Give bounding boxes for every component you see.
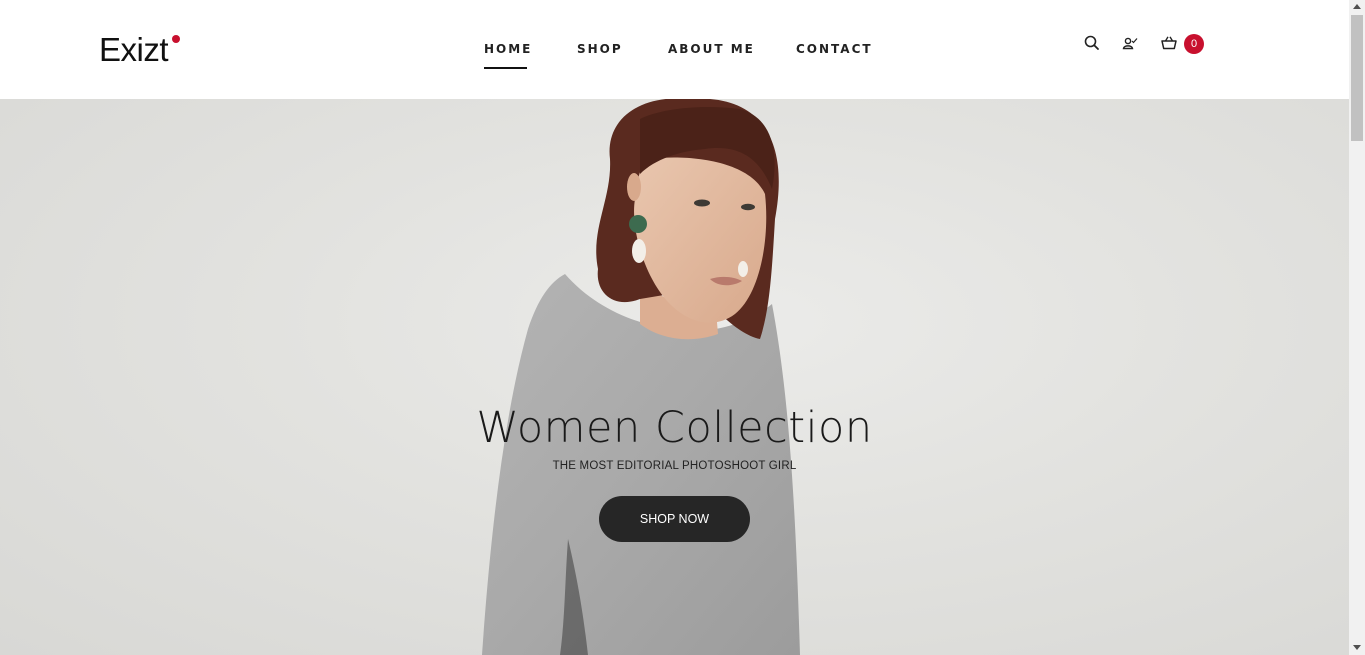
nav-active-indicator bbox=[484, 67, 527, 69]
nav-item-about-me[interactable]: ABOUT ME bbox=[668, 40, 755, 58]
logo[interactable]: Exizt bbox=[99, 30, 169, 70]
basket-icon[interactable] bbox=[1160, 34, 1178, 52]
cart-count-badge[interactable]: 0 bbox=[1184, 34, 1204, 54]
site-header: Exizt HOME SHOP ABOUT ME CONTACT 0 bbox=[0, 0, 1349, 99]
scroll-up-icon[interactable] bbox=[1353, 4, 1361, 9]
nav-item-contact[interactable]: CONTACT bbox=[796, 40, 873, 58]
shop-now-button[interactable]: SHOP NOW bbox=[599, 496, 750, 542]
search-icon[interactable] bbox=[1083, 34, 1101, 52]
page-scrollbar[interactable] bbox=[1349, 0, 1365, 655]
nav-item-shop[interactable]: SHOP bbox=[577, 40, 623, 58]
nav-item-home[interactable]: HOME bbox=[484, 40, 532, 58]
hero-subtitle: THE MOST EDITORIAL PHOTOSHOOT GIRL bbox=[552, 460, 797, 472]
hero-banner: Women Collection THE MOST EDITORIAL PHOT… bbox=[0, 99, 1349, 655]
hero-model-image bbox=[482, 99, 800, 655]
user-icon[interactable] bbox=[1121, 34, 1139, 52]
scroll-down-icon[interactable] bbox=[1353, 645, 1361, 650]
hero-title: Women Collection bbox=[476, 403, 873, 453]
logo-dot bbox=[172, 35, 180, 43]
scroll-thumb[interactable] bbox=[1351, 15, 1363, 141]
